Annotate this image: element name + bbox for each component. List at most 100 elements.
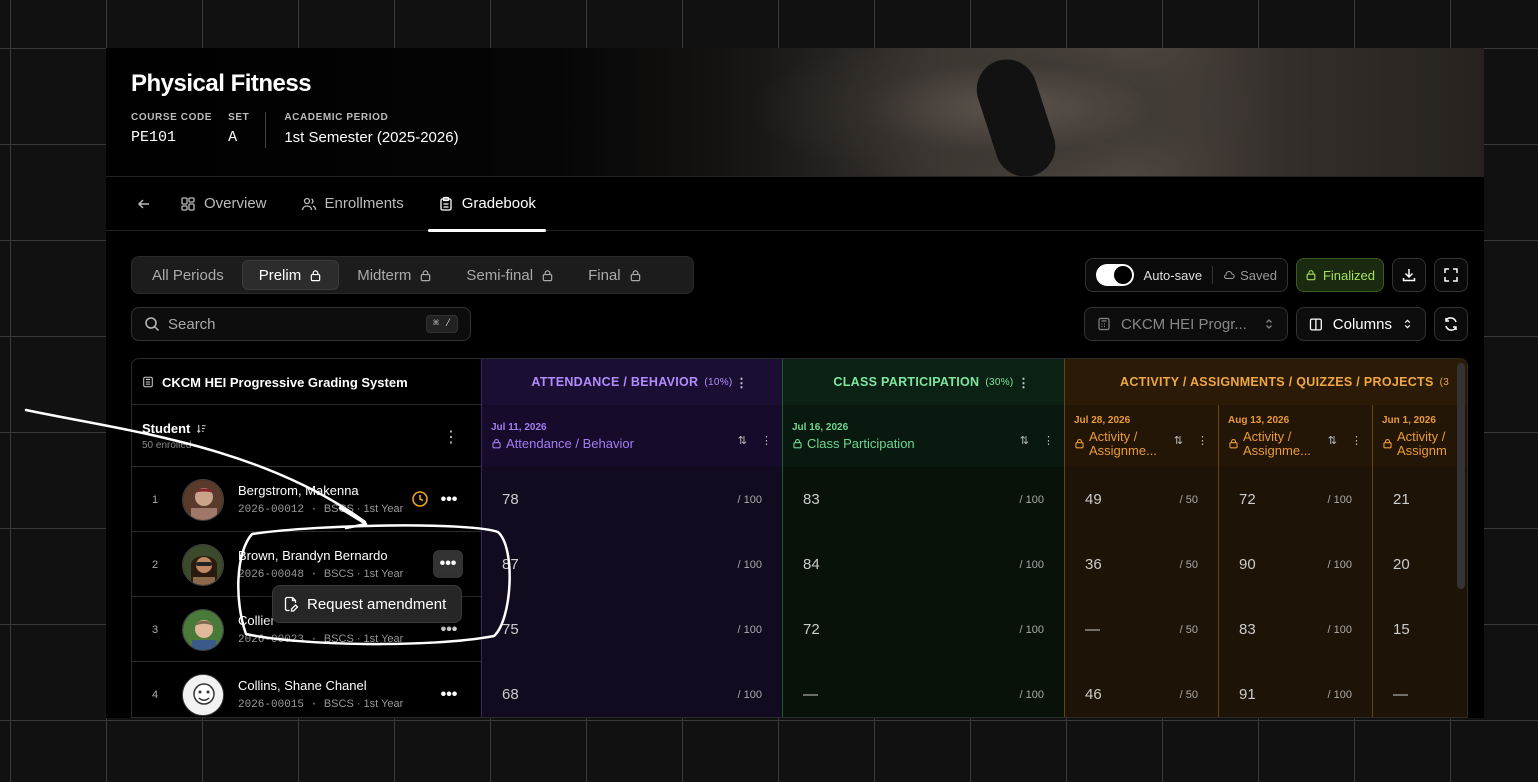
grade-value: — — [803, 686, 818, 703]
student-program: BSCS · 1st Year — [323, 568, 404, 580]
lock-icon — [1383, 439, 1392, 449]
student-cell[interactable]: 4 Collins, Shane Chanel 2026-00015 · BSC… — [132, 662, 481, 717]
grade-cell[interactable]: 83 / 100 — [1218, 597, 1372, 662]
chevron-updown-icon — [1404, 319, 1411, 329]
tab-enrollments-label: Enrollments — [324, 195, 404, 212]
row-menu-button[interactable]: ••• — [435, 684, 463, 706]
grade-cell[interactable]: 68 / 100 — [481, 662, 782, 717]
dashboard-icon — [181, 196, 195, 211]
grade-max: / 100 — [737, 493, 762, 506]
gradebook-table: CKCM HEI Progressive Grading System ATTE… — [131, 358, 1468, 718]
grade-cell[interactable]: — / 50 — [1064, 597, 1218, 662]
group-participation: CLASS PARTICIPATION (30%) ⋮ — [782, 359, 1064, 405]
period-final[interactable]: Final — [572, 260, 658, 290]
sort-asc-icon[interactable] — [196, 423, 207, 434]
period-semifinal[interactable]: Semi-final — [450, 260, 570, 290]
grade-cell[interactable]: 21 — [1372, 467, 1467, 532]
set-value: A — [228, 129, 238, 146]
sort-icon[interactable]: ⇅ — [1020, 434, 1029, 447]
grade-cell[interactable]: 87 / 100 — [481, 532, 782, 597]
period-prelim[interactable]: Prelim — [241, 260, 340, 290]
row-menu-button[interactable]: ••• — [435, 489, 463, 511]
grade-cell[interactable]: 36 / 50 — [1064, 532, 1218, 597]
sort-icon[interactable]: ⇅ — [1174, 434, 1183, 447]
row-number: 2 — [152, 558, 159, 571]
grade-cell[interactable]: 75 / 100 — [481, 597, 782, 662]
more-vertical-icon[interactable]: ⋮ — [443, 427, 459, 447]
student-id: 2026-00015 — [238, 699, 305, 711]
users-icon — [301, 197, 316, 210]
fullscreen-button[interactable] — [1434, 258, 1468, 292]
grade-value: 83 — [1239, 621, 1256, 638]
academic-period: 1st Semester (2025-2026) — [284, 129, 459, 146]
grade-max: / 100 — [1327, 623, 1352, 636]
grade-cell[interactable]: 84 / 100 — [782, 532, 1064, 597]
more-vertical-icon[interactable]: ⋮ — [1043, 434, 1054, 447]
lock-icon — [421, 269, 431, 281]
back-button[interactable] — [136, 176, 152, 231]
more-vertical-icon[interactable]: ⋮ — [1017, 375, 1030, 390]
download-button[interactable] — [1392, 258, 1426, 292]
grade-cell[interactable]: 49 / 50 — [1064, 467, 1218, 532]
grade-value: 78 — [502, 491, 519, 508]
period-final-label: Final — [588, 266, 621, 284]
student-column-header[interactable]: Student 50 enrolled ⋮ — [132, 405, 481, 467]
student-cell[interactable]: 1 Bergstrom, Makenna 2026-00012 · BSCS ·… — [132, 467, 481, 532]
more-vertical-icon[interactable]: ⋮ — [1197, 434, 1208, 447]
grade-cell[interactable]: 91 / 100 — [1218, 662, 1372, 717]
sort-icon[interactable]: ⇅ — [738, 434, 747, 447]
period-midterm[interactable]: Midterm — [341, 260, 448, 290]
grade-cell[interactable]: 15 — [1372, 597, 1467, 662]
column-activity-3-name2: Assignm — [1397, 442, 1447, 458]
more-horizontal-icon: ••• — [440, 491, 458, 508]
grade-max: / 100 — [1019, 558, 1044, 571]
more-vertical-icon[interactable]: ⋮ — [761, 434, 772, 447]
tab-gradebook-label: Gradebook — [461, 195, 536, 212]
group-participation-pct: (30%) — [985, 376, 1014, 388]
grade-cell[interactable]: — — [1372, 662, 1467, 717]
more-horizontal-icon: ••• — [439, 555, 457, 572]
columns-select[interactable]: Columns — [1296, 307, 1426, 341]
student-column-title: Student — [142, 421, 191, 436]
grade-cell[interactable]: 78 / 100 — [481, 467, 782, 532]
more-vertical-icon[interactable]: ⋮ — [735, 375, 748, 390]
tab-overview[interactable]: Overview — [180, 176, 267, 231]
column-activity-1-date: Jul 28, 2026 — [1074, 414, 1131, 426]
vertical-scrollbar[interactable] — [1457, 363, 1465, 589]
lock-icon — [542, 269, 553, 281]
clock-icon[interactable] — [411, 490, 429, 508]
avatar — [182, 673, 224, 716]
grade-cell[interactable]: 72 / 100 — [1218, 467, 1372, 532]
tab-enrollments[interactable]: Enrollments — [301, 176, 404, 231]
grade-value: — — [1085, 621, 1100, 638]
tab-gradebook[interactable]: Gradebook — [427, 176, 547, 232]
sort-icon[interactable]: ⇅ — [1328, 434, 1337, 447]
refresh-button[interactable] — [1434, 307, 1468, 341]
period-all[interactable]: All Periods — [136, 260, 240, 290]
grade-cell[interactable]: 72 / 100 — [782, 597, 1064, 662]
group-attendance-pct: (10%) — [704, 376, 733, 388]
grade-max: / 100 — [1327, 558, 1352, 571]
grade-cell[interactable]: 20 — [1372, 532, 1467, 597]
grade-cell[interactable]: 90 / 100 — [1218, 532, 1372, 597]
cloud-icon — [1224, 271, 1235, 279]
columns-icon — [1309, 317, 1322, 331]
academic-period-label: ACADEMIC PERIOD — [284, 112, 389, 123]
grade-cell[interactable]: — / 100 — [782, 662, 1064, 717]
grade-cell[interactable]: 83 / 100 — [782, 467, 1064, 532]
column-attendance-name: Attendance / Behavior — [506, 435, 634, 451]
student-name: Bergstrom, Makenna — [238, 483, 359, 498]
row-menu-button[interactable]: ••• — [433, 550, 463, 578]
column-attendance: Jul 11, 2026 Attendance / Behavior ⇅ ⋮ — [481, 405, 782, 467]
grade-value: 36 — [1085, 556, 1102, 573]
row-number: 4 — [152, 688, 159, 701]
column-participation-name: Class Participation — [807, 435, 915, 451]
grade-cell[interactable]: 46 / 50 — [1064, 662, 1218, 717]
more-vertical-icon[interactable]: ⋮ — [1351, 434, 1362, 447]
request-amendment-menu-item[interactable]: Request amendment — [272, 585, 462, 623]
period-prelim-label: Prelim — [258, 266, 302, 284]
autosave-toggle[interactable] — [1095, 264, 1134, 286]
search-input[interactable]: Search ⌘ / — [131, 307, 471, 341]
more-horizontal-icon: ••• — [440, 686, 458, 703]
grading-system-select[interactable]: CKCM HEI Progr... — [1084, 307, 1288, 341]
